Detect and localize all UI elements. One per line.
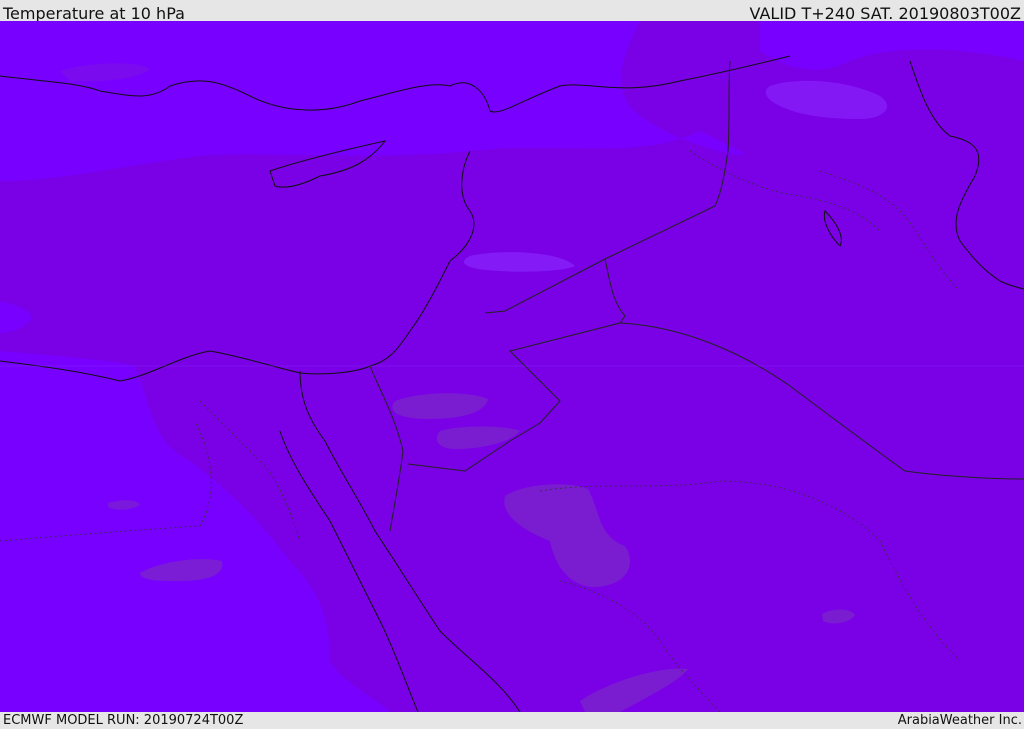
credit: ArabiaWeather Inc.	[897, 713, 1022, 728]
header-bar: Temperature at 10 hPa VALID T+240 SAT. 2…	[0, 0, 1024, 23]
map-canvas	[0, 21, 1024, 712]
footer-bar: ECMWF MODEL RUN: 20190724T00Z ArabiaWeat…	[0, 712, 1024, 729]
temperature-map[interactable]	[0, 21, 1024, 712]
model-run: ECMWF MODEL RUN: 20190724T00Z	[3, 713, 244, 728]
